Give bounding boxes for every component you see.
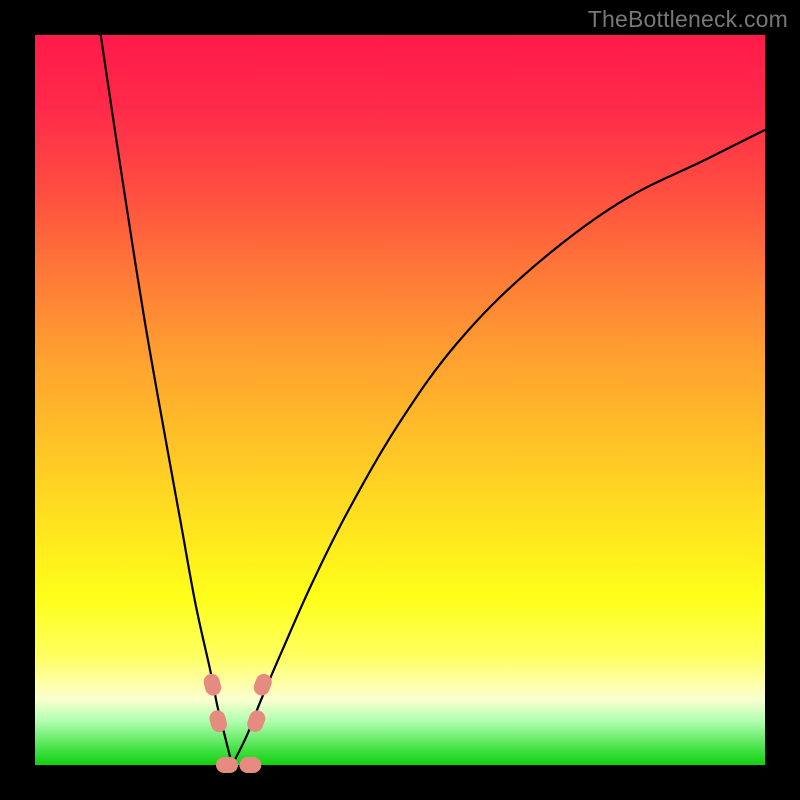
chart-frame: TheBottleneck.com <box>0 0 800 800</box>
plot-area <box>35 35 765 765</box>
attribution-watermark: TheBottleneck.com <box>588 6 788 33</box>
curve-right-arm <box>232 130 765 765</box>
left-blob-lower <box>208 709 229 734</box>
bottom-blob-right <box>239 757 261 773</box>
curve-left-arm <box>101 35 232 765</box>
curve-layer <box>35 35 765 765</box>
data-markers <box>202 672 274 773</box>
bottom-blob-left <box>216 757 238 773</box>
left-blob-upper <box>202 672 223 697</box>
